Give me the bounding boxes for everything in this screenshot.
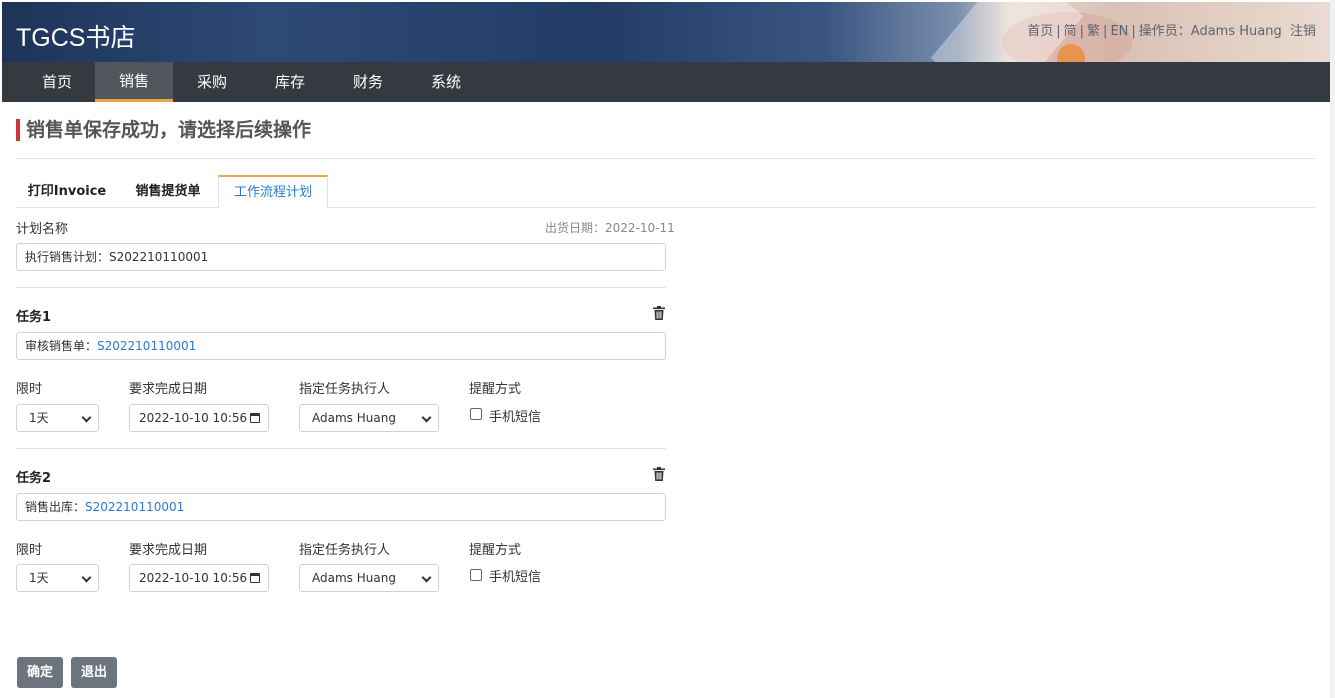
home-link[interactable]: 首页 xyxy=(1027,24,1053,39)
chevron-down-icon xyxy=(421,412,432,423)
plan-name-value: 执行销售计划：S202210110001 xyxy=(25,250,209,264)
traditional-link[interactable]: 繁 xyxy=(1087,24,1100,39)
nav-item-sales[interactable]: 销售 xyxy=(95,62,173,102)
due-date-label: 要求完成日期 xyxy=(129,543,208,558)
limit-select[interactable]: 1天 xyxy=(16,404,99,432)
divider xyxy=(16,287,666,288)
operator-label: 操作员：Adams Huang xyxy=(1138,24,1282,39)
confirm-button[interactable]: 确定 xyxy=(17,657,63,688)
ship-date: 出货日期：2022-10-11 xyxy=(545,221,675,235)
nav-item-purchase[interactable]: 采购 xyxy=(173,62,251,102)
sms-label[interactable]: 手机短信 xyxy=(489,566,541,585)
calendar-icon[interactable] xyxy=(250,413,260,423)
plan-name-input[interactable]: 执行销售计划：S202210110001 xyxy=(16,243,666,271)
assignee-value: Adams Huang xyxy=(312,571,396,585)
limit-label: 限时 xyxy=(16,382,43,397)
logout-link[interactable]: 注销 xyxy=(1290,24,1316,39)
limit-label: 限时 xyxy=(16,543,43,558)
divider xyxy=(16,448,666,449)
divider xyxy=(16,158,1315,159)
assignee-select[interactable]: Adams Huang xyxy=(299,564,439,592)
due-date-input[interactable]: 2022-10-10 10:56 xyxy=(129,564,269,592)
task-title: 任务2 xyxy=(16,471,52,486)
remind-label: 提醒方式 xyxy=(469,382,522,397)
trash-icon[interactable] xyxy=(653,306,665,320)
due-date-value: 2022-10-10 10:56 xyxy=(139,571,248,585)
chevron-down-icon xyxy=(81,572,92,583)
page-title: 销售单保存成功，请选择后续操作 xyxy=(16,119,311,141)
due-date-input[interactable]: 2022-10-10 10:56 xyxy=(129,404,269,432)
task-desc-prefix: 审核销售单： xyxy=(25,339,98,353)
nav-item-inventory[interactable]: 库存 xyxy=(251,62,329,102)
task-description: 销售出库：S202210110001 xyxy=(16,493,666,521)
task-title: 任务1 xyxy=(16,310,52,325)
sales-outbound-link[interactable]: S202210110001 xyxy=(85,500,184,514)
simplified-link[interactable]: 简 xyxy=(1064,24,1077,39)
sales-order-link[interactable]: S202210110001 xyxy=(97,339,196,353)
nav-item-home[interactable]: 首页 xyxy=(18,62,96,102)
limit-select[interactable]: 1天 xyxy=(16,564,99,592)
plan-name-label: 计划名称 xyxy=(16,222,69,237)
header-banner: TGCS书店 首页 | 简 | 繁 | EN | 操作员：Adams Huang 注销 xyxy=(2,2,1330,62)
assignee-select[interactable]: Adams Huang xyxy=(299,404,439,432)
task-description: 审核销售单：S202210110001 xyxy=(16,332,666,360)
sms-label[interactable]: 手机短信 xyxy=(489,406,541,425)
tab-bar: 打印Invoice 销售提货单 工作流程计划 xyxy=(16,175,1315,209)
main-nav: 首页 销售 采购 库存 财务 系统 xyxy=(2,62,1330,102)
brand-logo[interactable]: TGCS书店 xyxy=(16,18,135,54)
sms-checkbox[interactable] xyxy=(470,408,482,420)
task-desc-prefix: 销售出库： xyxy=(25,500,86,514)
top-links: 首页 | 简 | 繁 | EN | 操作员：Adams Huang 注销 xyxy=(1027,24,1316,39)
assignee-label: 指定任务执行人 xyxy=(299,543,391,558)
assignee-value: Adams Huang xyxy=(312,411,396,425)
trash-icon[interactable] xyxy=(653,467,665,481)
remind-label: 提醒方式 xyxy=(469,543,522,558)
scrollbar[interactable] xyxy=(1330,0,1335,698)
nav-item-system[interactable]: 系统 xyxy=(407,62,485,102)
english-link[interactable]: EN xyxy=(1110,24,1128,39)
chevron-down-icon xyxy=(421,572,432,583)
exit-button[interactable]: 退出 xyxy=(71,657,117,688)
tab-print-invoice[interactable]: 打印Invoice xyxy=(16,175,118,208)
sms-checkbox[interactable] xyxy=(470,569,482,581)
limit-value: 1天 xyxy=(29,571,49,585)
chevron-down-icon xyxy=(81,412,92,423)
calendar-icon[interactable] xyxy=(250,573,260,583)
assignee-label: 指定任务执行人 xyxy=(299,382,391,397)
nav-item-finance[interactable]: 财务 xyxy=(329,62,407,102)
tab-workflow-plan[interactable]: 工作流程计划 xyxy=(218,175,328,209)
tab-delivery-note[interactable]: 销售提货单 xyxy=(118,175,218,208)
due-date-value: 2022-10-10 10:56 xyxy=(139,411,248,425)
due-date-label: 要求完成日期 xyxy=(129,382,208,397)
limit-value: 1天 xyxy=(29,411,49,425)
